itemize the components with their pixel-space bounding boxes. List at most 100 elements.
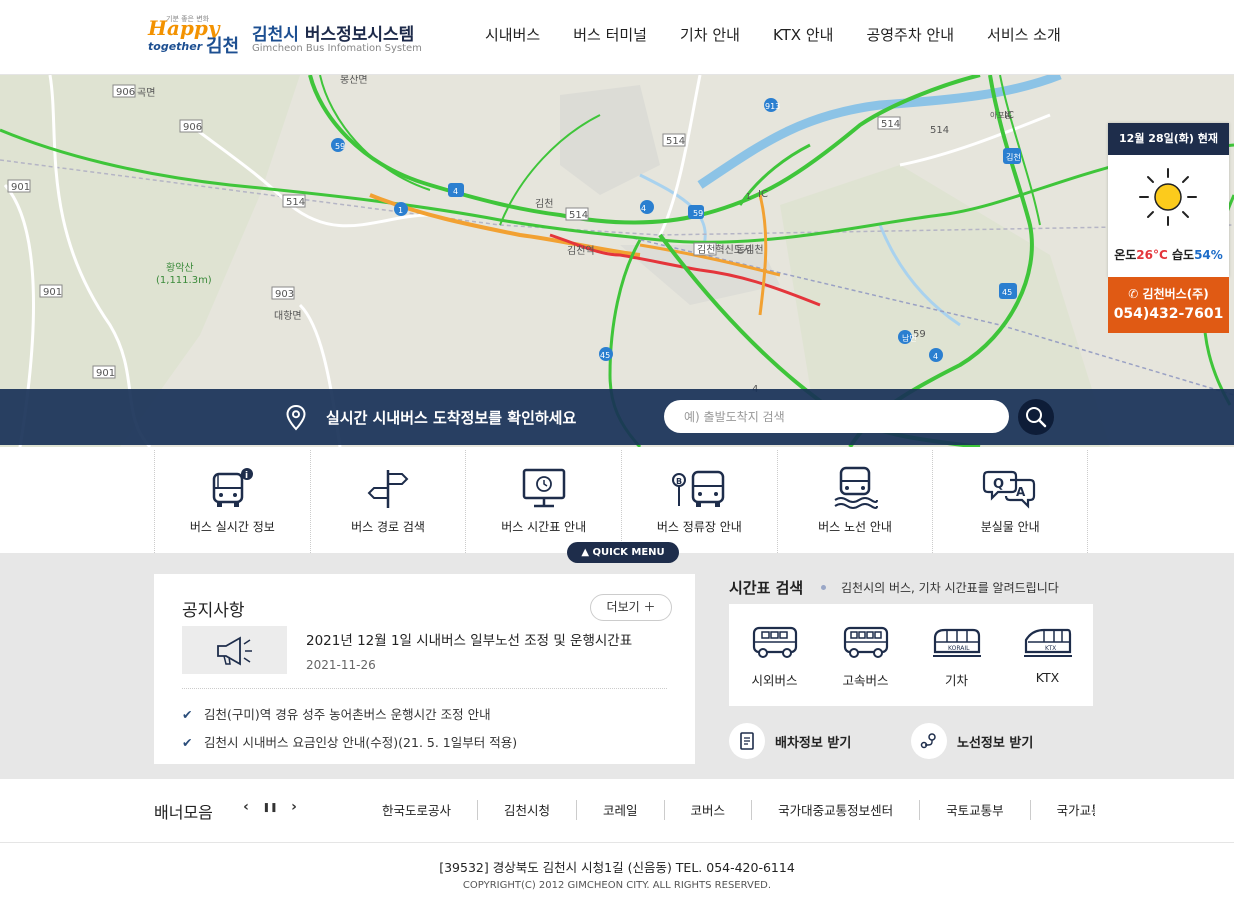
sun-icon bbox=[1139, 168, 1197, 226]
site-footer: [39532] 경상북도 김천시 시청1길 (신음동) TEL. 054-420… bbox=[0, 857, 1234, 891]
map-label: 906 bbox=[116, 87, 135, 98]
map-label: 김천혁신도시 bbox=[697, 244, 752, 256]
map-label: 황악산 bbox=[166, 262, 194, 274]
site-title-rest: 버스정보시스템 bbox=[298, 25, 415, 45]
timetable-search-box: 시외버스 고속버스 KORAIL 기차 KTX KTX bbox=[729, 604, 1093, 706]
banner-links: 한국도로공사 김천시청 코레일 코버스 국가대중교통정보센터 국토교통부 국가교… bbox=[356, 800, 1095, 820]
quick-menu-toggle[interactable]: ▲ QUICK MENU bbox=[567, 542, 679, 563]
map-label: 4 bbox=[933, 352, 938, 361]
intercity-bus-icon bbox=[752, 626, 797, 658]
quick-item-bus-stop[interactable]: B 버스 정류장 안내 bbox=[621, 450, 777, 553]
timetable-label: 기차 bbox=[944, 673, 968, 688]
site-title: 김천시 버스정보시스템 bbox=[252, 20, 414, 45]
route-label: 노선정보 받기 bbox=[957, 736, 1034, 751]
banner-pause-button[interactable]: ❚❚ bbox=[258, 799, 282, 817]
notice-thumbnail[interactable] bbox=[182, 626, 287, 674]
bus-company-contact[interactable]: ✆ 김천버스(주) 054)432-7601 bbox=[1108, 277, 1229, 333]
map-label: 901 bbox=[11, 182, 30, 193]
map-label: 김천역 bbox=[567, 245, 595, 257]
timetable-ktx[interactable]: KTX KTX bbox=[1002, 604, 1093, 706]
map-label: 봉산면 bbox=[340, 75, 368, 86]
quick-item-timetable[interactable]: 버스 시간표 안내 bbox=[465, 450, 621, 553]
timetable-express-bus[interactable]: 고속버스 bbox=[820, 604, 911, 706]
banner-link[interactable]: 국가대중교통정보센터 bbox=[751, 800, 919, 820]
weather-date: 12월 28일(화) 현재 bbox=[1108, 123, 1229, 155]
banner-link[interactable]: 국토교통부 bbox=[919, 800, 1030, 820]
logo-city: 김천 bbox=[206, 36, 240, 57]
map-label: 4 bbox=[453, 187, 458, 196]
dispatch-icon-circle bbox=[729, 723, 765, 759]
site-subtitle: Gimcheon Bus Infomation System bbox=[252, 43, 422, 54]
notice-headline-date: 2021-11-26 bbox=[306, 658, 376, 672]
qa-bubble-icon: Q A bbox=[983, 470, 1036, 509]
map-label: 남면 bbox=[902, 333, 917, 343]
weather-readout: 온도26°C 습도54% bbox=[1108, 246, 1229, 263]
banner-link[interactable]: 국가교통정보센터 bbox=[1029, 800, 1095, 820]
search-icon bbox=[1026, 407, 1047, 428]
banner-controls: ‹ ❚❚ › bbox=[234, 799, 306, 817]
banner-next-button[interactable]: › bbox=[282, 799, 306, 817]
search-input[interactable] bbox=[664, 400, 1009, 433]
quick-label: 버스 경로 검색 bbox=[351, 520, 425, 534]
route-icon-circle bbox=[911, 723, 947, 759]
map-label: 59 bbox=[335, 142, 345, 151]
route-map-icon bbox=[920, 733, 936, 749]
map-label: 901 bbox=[43, 287, 62, 298]
map-label: 514 bbox=[666, 136, 685, 147]
notice-more-button[interactable]: 더보기 ＋ bbox=[590, 594, 672, 621]
notice-headline[interactable]: 2021년 12월 1일 시내버스 일부노선 조정 및 운행시간표 bbox=[306, 629, 632, 649]
banner-prev-button[interactable]: ‹ bbox=[234, 799, 258, 817]
temp-value: 26°C bbox=[1136, 248, 1168, 262]
nav-train[interactable]: 기차 안내 bbox=[680, 24, 740, 48]
notice-title: 공지사항 bbox=[182, 601, 245, 621]
banner-link[interactable]: 한국도로공사 bbox=[356, 800, 477, 820]
site-title-city: 김천시 bbox=[252, 25, 299, 45]
quick-label: 버스 실시간 정보 bbox=[189, 520, 275, 534]
map-label: 514 bbox=[930, 125, 949, 136]
footer-copyright: COPYRIGHT(C) 2012 GIMCHEON CITY. ALL RIG… bbox=[462, 880, 772, 891]
main-nav: 시내버스 버스 터미널 기차 안내 KTX 안내 공영주차 안내 서비스 소개 bbox=[485, 24, 1094, 48]
nav-ktx[interactable]: KTX 안내 bbox=[773, 24, 833, 48]
banner-link[interactable]: 김천시청 bbox=[477, 800, 576, 820]
timetable-desc: 김천시의 버스, 기차 시간표를 알려드립니다 bbox=[841, 581, 1059, 595]
notice-divider bbox=[182, 688, 667, 689]
nav-city-bus[interactable]: 시내버스 bbox=[485, 24, 540, 48]
map-label: 김천 bbox=[1006, 152, 1021, 162]
notice-list-item[interactable]: ✔ 김천(구미)역 경유 성주 농어촌버스 운행시간 조정 안내 bbox=[182, 704, 517, 732]
map-label: 901 bbox=[96, 368, 115, 379]
quick-label: 버스 시간표 안내 bbox=[501, 520, 587, 534]
bus-route-icon bbox=[834, 466, 879, 509]
search-message: 실시간 시내버스 도착정보를 확인하세요 bbox=[326, 409, 577, 427]
quick-label: 버스 노선 안내 bbox=[818, 520, 892, 534]
map-label: 903 bbox=[275, 289, 294, 300]
weather-widget: 12월 28일(화) 현재 온도26°C 습도54% bbox=[1108, 123, 1229, 277]
map-label: 913 bbox=[765, 102, 780, 111]
bus-realtime-icon: i bbox=[213, 468, 254, 507]
timetable-intercity-bus[interactable]: 시외버스 bbox=[729, 604, 820, 706]
quick-item-route-search[interactable]: 버스 경로 검색 bbox=[309, 450, 466, 553]
quick-item-bus-route[interactable]: 버스 노선 안내 bbox=[776, 450, 933, 553]
map-label: 514 bbox=[286, 197, 305, 208]
nav-public-parking[interactable]: 공영주차 안내 bbox=[866, 24, 954, 48]
timetable-label: KTX bbox=[1035, 670, 1060, 685]
quick-item-realtime[interactable]: i 버스 실시간 정보 bbox=[154, 450, 310, 553]
banner-link[interactable]: 코버스 bbox=[663, 800, 752, 820]
map-label: 45 bbox=[1002, 288, 1012, 297]
search-button[interactable] bbox=[1018, 399, 1054, 435]
map-label: 1 bbox=[398, 206, 403, 215]
quick-menu: i 버스 실시간 정보 버스 경로 검색 버스 시간표 안내 B 버스 정류장 … bbox=[154, 450, 1089, 553]
svg-text:B: B bbox=[676, 477, 682, 486]
nav-service-intro[interactable]: 서비스 소개 bbox=[987, 24, 1061, 48]
map-label: 곡면 bbox=[137, 87, 155, 99]
footer-address: [39532] 경상북도 김천시 시청1길 (신음동) TEL. 054-420… bbox=[439, 860, 795, 875]
quick-item-lost-found[interactable]: Q A 분실물 안내 bbox=[932, 450, 1089, 553]
site-header: 기분 좋은 변화 Happy together 김천 김천시 버스정보시스템 G… bbox=[0, 0, 1234, 75]
site-logo[interactable]: 기분 좋은 변화 Happy together 김천 김천시 버스정보시스템 G… bbox=[146, 12, 422, 62]
logo-together: together bbox=[148, 40, 203, 53]
timetable-train[interactable]: KORAIL 기차 bbox=[911, 604, 1002, 706]
check-icon: ✔ bbox=[182, 735, 193, 750]
bullet-dot bbox=[821, 585, 826, 590]
nav-bus-terminal[interactable]: 버스 터미널 bbox=[573, 24, 647, 48]
banner-link[interactable]: 코레일 bbox=[576, 800, 664, 820]
notice-list-item[interactable]: ✔ 김천시 시내버스 요금인상 안내(수정)(21. 5. 1일부터 적용) bbox=[182, 732, 517, 760]
